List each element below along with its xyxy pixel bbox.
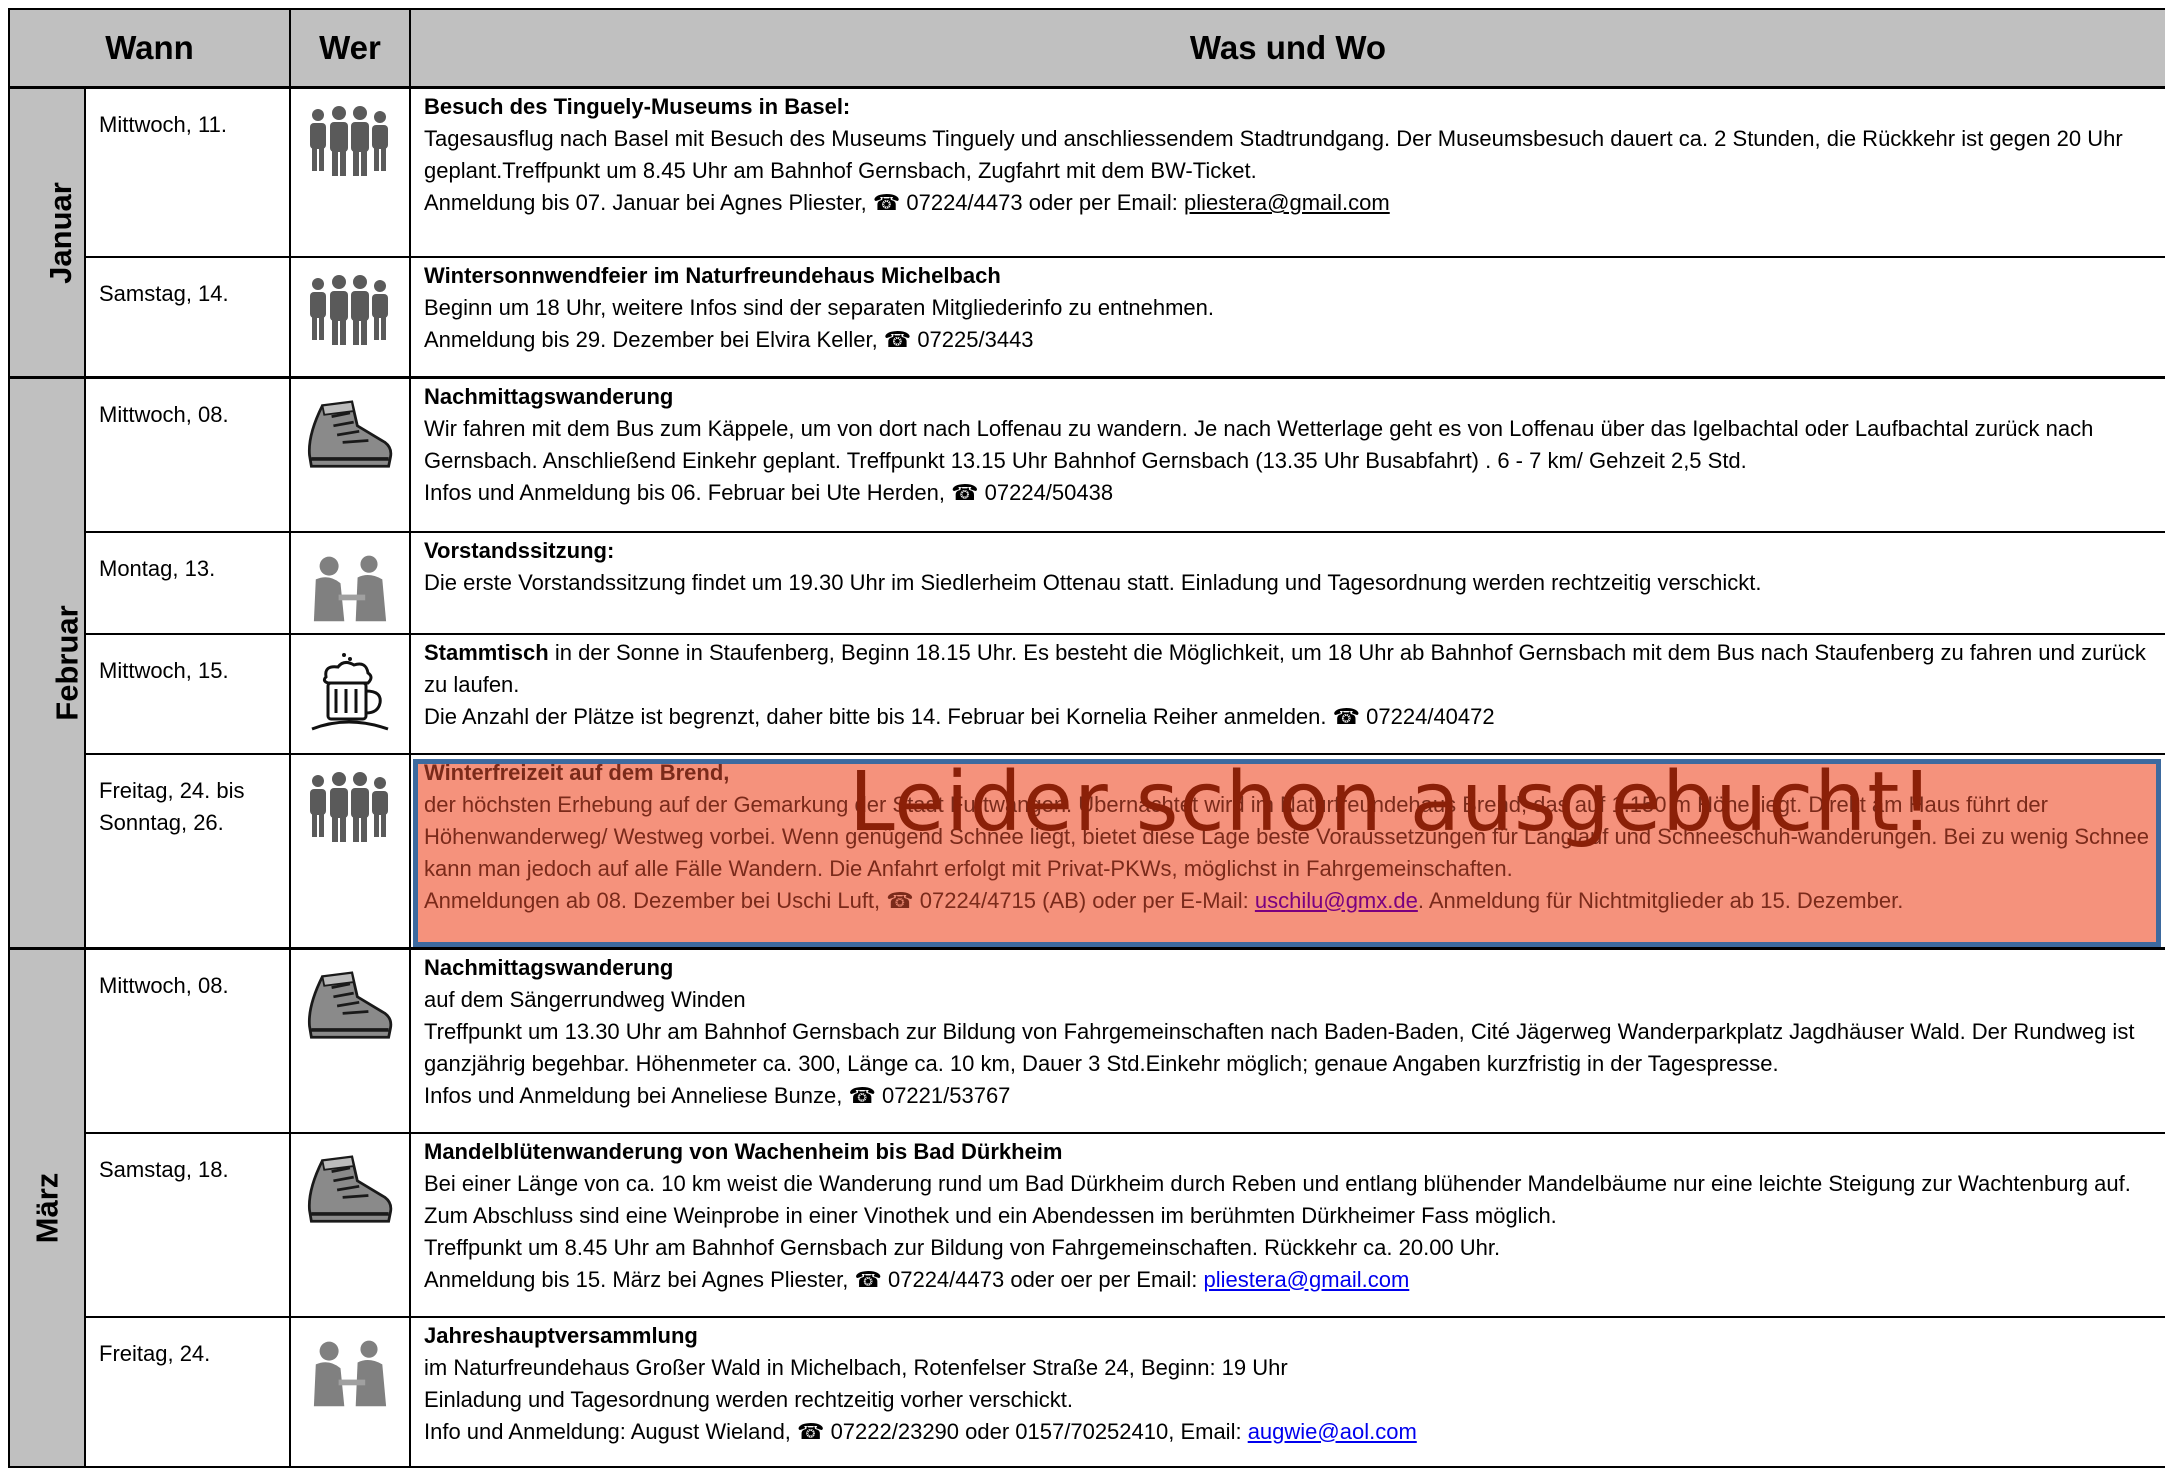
header-who: Wer xyxy=(289,8,411,89)
event-registration: Anmeldung bis 29. Dezember bei Elvira Ke… xyxy=(424,326,1034,352)
event-schedule-table: Wann Wer Was und Wo Januar Mittwoch, 11.… xyxy=(8,8,2165,1468)
header-when: Wann xyxy=(8,8,291,89)
event-description-booked-out: Winterfreizeit auf dem Brend, der höchst… xyxy=(409,752,2165,950)
event-title: Wintersonnwendfeier im Naturfreundehaus … xyxy=(424,262,1001,288)
event-title: Mandelblütenwanderung von Wachenheim bis… xyxy=(424,1138,1063,1164)
phone-icon: ☎ xyxy=(951,480,979,505)
booked-out-stamp: Leider schon ausgebucht! xyxy=(849,754,1935,850)
family-icon xyxy=(310,106,388,176)
event-date: Mittwoch, 08. xyxy=(84,376,291,533)
table-header-row: Wann Wer Was und Wo xyxy=(8,8,2165,89)
event-details: Treffpunkt um 13.30 Uhr am Bahnhof Gerns… xyxy=(424,1019,2135,1076)
event-date: Freitag, 24. bis Sonntag, 26. xyxy=(84,752,291,950)
event-details: im Naturfreundehaus Großer Wald in Miche… xyxy=(424,1354,1288,1380)
table-row: Freitag, 24. bis Sonntag, 26. Winterfreiz… xyxy=(9,752,2165,950)
event-date: Mittwoch, 15. xyxy=(84,632,291,755)
event-description: Jahreshauptversammlung im Naturfreundeha… xyxy=(409,1315,2165,1468)
table-row: Samstag, 14. Wintersonnwendfeier im Natu… xyxy=(9,255,2165,379)
table-row: Mittwoch, 15. Stammtisch in der Sonne in… xyxy=(9,632,2165,755)
event-description: Mandelblütenwanderung von Wachenheim bis… xyxy=(409,1131,2165,1318)
event-registration: Die Anzahl der Plätze ist begrenzt, dahe… xyxy=(424,703,1495,729)
event-details: Die erste Vorstandssitzung findet um 19.… xyxy=(424,569,1762,595)
event-registration: Anmeldung bis 15. März bei Agnes Plieste… xyxy=(424,1266,1410,1292)
email-link[interactable]: pliestera@gmail.com xyxy=(1184,190,1390,215)
event-title: Nachmittagswanderung xyxy=(424,955,674,980)
event-description: Vorstandssitzung: Die erste Vorstandssit… xyxy=(409,530,2165,635)
event-description: Nachmittagswanderung auf dem Sängerrundw… xyxy=(409,947,2165,1134)
email-link[interactable]: augwie@aol.com xyxy=(1248,1419,1417,1444)
event-details: Treffpunkt um 8.45 Uhr am Bahnhof Gernsb… xyxy=(424,1234,1501,1260)
table-row: Samstag, 18. Mandelblütenwanderung von W… xyxy=(9,1131,2165,1318)
phone-icon: ☎ xyxy=(797,1418,825,1444)
family-icon xyxy=(310,274,388,345)
meeting-icon xyxy=(313,555,387,621)
phone-icon: ☎ xyxy=(848,1083,876,1108)
beer-mug-icon xyxy=(310,651,390,730)
event-date: Mittwoch, 11. xyxy=(84,86,291,258)
event-title: Vorstandssitzung: xyxy=(424,537,615,563)
family-icon xyxy=(310,771,388,842)
event-registration: Anmeldung bis 07. Januar bei Agnes Plies… xyxy=(424,190,1390,215)
event-title: Jahreshauptversammlung xyxy=(424,1322,698,1348)
table-row: Freitag, 24. Jahreshauptversammlung im N… xyxy=(9,1315,2165,1468)
event-details: Wir fahren mit dem Bus zum Käppele, um v… xyxy=(424,416,2094,473)
event-details: Einladung und Tagesordnung werden rechtz… xyxy=(424,1386,1073,1412)
event-date: Samstag, 14. xyxy=(84,255,291,379)
event-details: Tagesausflug nach Basel mit Besuch des M… xyxy=(424,126,2123,183)
event-details: auf dem Sängerrundweg Winden xyxy=(424,987,746,1012)
phone-icon: ☎ xyxy=(1332,703,1361,729)
table-row: Januar Mittwoch, 11. Besuch des Tinguely… xyxy=(8,86,2165,379)
email-link[interactable]: pliestera@gmail.com xyxy=(1204,1267,1410,1292)
event-description: Nachmittagswanderung Wir fahren mit dem … xyxy=(409,376,2165,533)
header-what-where: Was und Wo xyxy=(409,8,2165,89)
event-registration: Info und Anmeldung: August Wieland, ☎ 07… xyxy=(424,1418,1417,1444)
hiking-boot-icon xyxy=(307,1154,393,1223)
program-page: Wann Wer Was und Wo Januar Mittwoch, 11.… xyxy=(0,0,2165,1468)
event-registration: Infos und Anmeldung bei Anneliese Bunze,… xyxy=(424,1083,1011,1108)
event-date: Samstag, 18. xyxy=(84,1131,291,1318)
phone-icon: ☎ xyxy=(886,887,914,913)
event-description: Wintersonnwendfeier im Naturfreundehaus … xyxy=(409,255,2165,379)
month-label-februar: Februar xyxy=(8,376,86,950)
event-description: Besuch des Tinguely-Museums in Basel: Ta… xyxy=(409,86,2165,258)
event-details: Bei einer Länge von ca. 10 km weist die … xyxy=(424,1170,2131,1228)
month-label-januar: Januar xyxy=(8,86,86,379)
month-label-maerz: März xyxy=(8,947,86,1468)
table-row: März Mittwoch, 08. Nachmittagswanderung … xyxy=(8,947,2165,1468)
event-details: Beginn um 18 Uhr, weitere Infos sind der… xyxy=(424,294,1215,320)
event-title: Besuch des Tinguely-Museums in Basel: xyxy=(424,94,851,119)
hiking-boot-icon xyxy=(307,971,393,1040)
event-description: Stammtisch in der Sonne in Staufenberg, … xyxy=(409,632,2165,755)
meeting-icon xyxy=(313,1340,387,1406)
table-row: Februar Mittwoch, 08. Nachmittagswanderu… xyxy=(8,376,2165,950)
table-row: Montag, 13. Vorstandssitzung: Die erste … xyxy=(9,530,2165,635)
phone-icon: ☎ xyxy=(854,1266,882,1292)
event-date: Freitag, 24. xyxy=(84,1315,291,1468)
event-title: Nachmittagswanderung xyxy=(424,384,674,409)
event-registration: Anmeldungen ab 08. Dezember bei Uschi Lu… xyxy=(424,887,1904,913)
phone-icon: ☎ xyxy=(883,326,912,352)
phone-icon: ☎ xyxy=(872,190,901,215)
event-title: Stammtisch xyxy=(424,639,549,665)
event-registration: Infos und Anmeldung bis 06. Februar bei … xyxy=(424,480,1114,505)
event-details: Stammtisch in der Sonne in Staufenberg, … xyxy=(424,639,2146,697)
event-date: Mittwoch, 08. xyxy=(84,947,291,1134)
email-link[interactable]: uschilu@gmx.de xyxy=(1255,888,1418,913)
event-date: Montag, 13. xyxy=(84,530,291,635)
hiking-boot-icon xyxy=(307,400,393,469)
